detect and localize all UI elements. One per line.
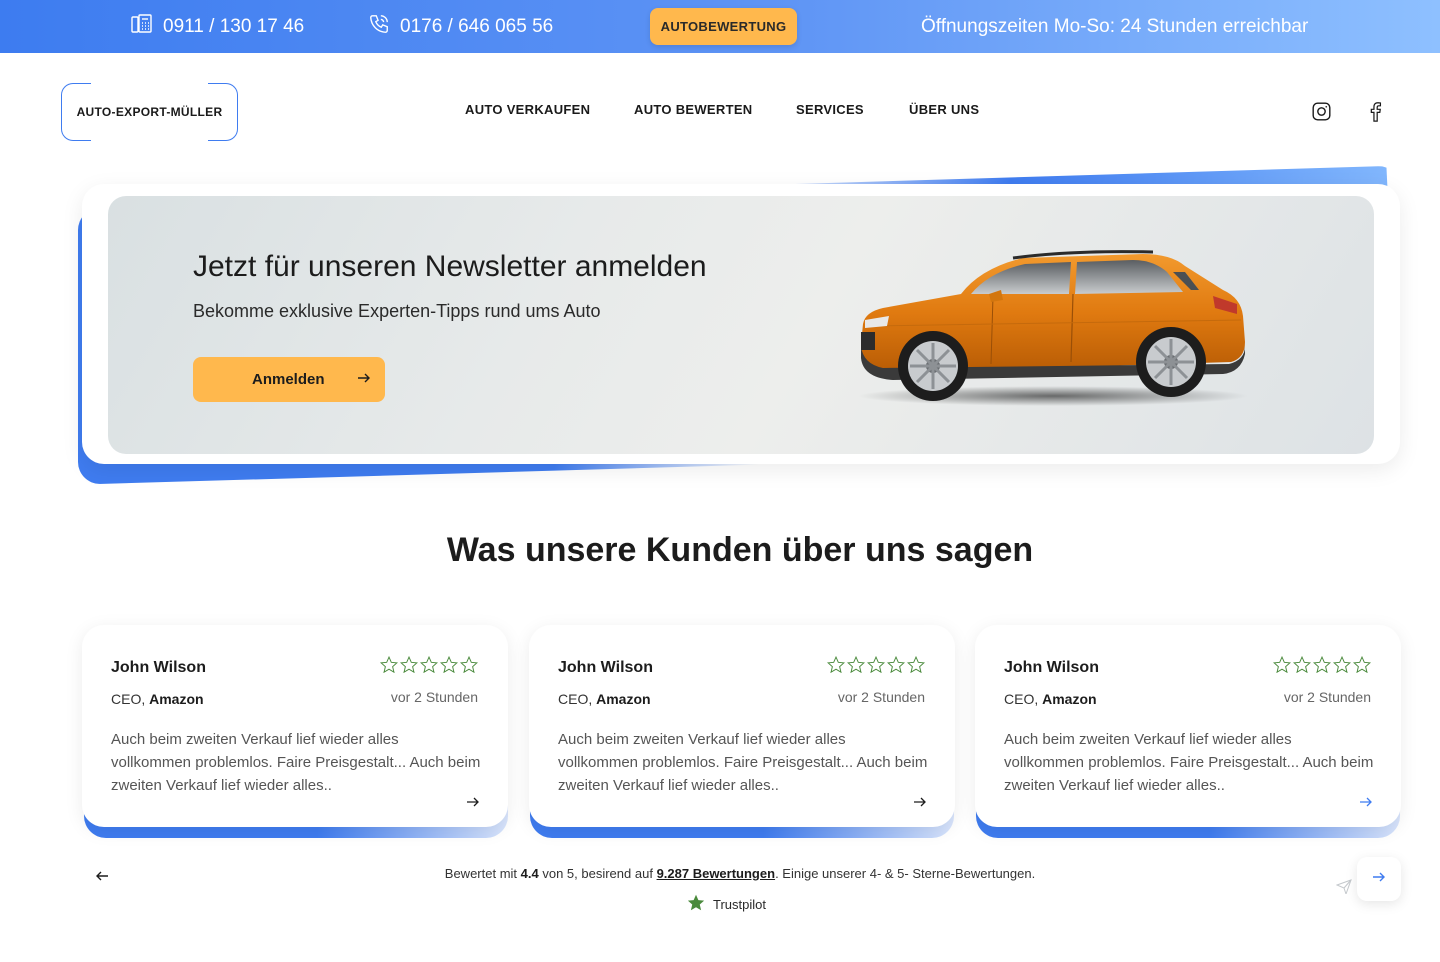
opening-hours: Öffnungszeiten Mo-So: 24 Stunden erreich…: [921, 15, 1309, 37]
anmelden-label: Anmelden: [252, 371, 325, 388]
phone-2-number: 0176 / 646 065 56: [400, 15, 554, 37]
star-icon: [1352, 655, 1372, 678]
carousel-next-button[interactable]: [1357, 857, 1401, 901]
star-icon: [1292, 655, 1312, 678]
review-card: John Wilson CEO, Amazon vor 2 Stunden Au…: [975, 625, 1401, 827]
star-icon: [906, 655, 926, 678]
instagram-icon[interactable]: [1310, 100, 1332, 122]
reviewer-role: CEO, Amazon: [1004, 691, 1097, 707]
reviewer-name: John Wilson: [1004, 659, 1099, 676]
arrow-right-icon: [357, 371, 371, 388]
arrow-right-icon[interactable]: [913, 795, 927, 809]
review-text: Auch beim zweiten Verkauf lief wieder al…: [1004, 731, 1374, 794]
trustpilot-badge[interactable]: Trustpilot: [687, 894, 766, 914]
review-time: vor 2 Stunden: [390, 689, 478, 705]
review-time: vor 2 Stunden: [1283, 689, 1371, 705]
review-card: John Wilson CEO, Amazon vor 2 Stunden Au…: [82, 625, 508, 827]
nav-ueber-uns[interactable]: ÜBER UNS: [909, 102, 979, 117]
nav-auto-bewerten[interactable]: AUTO BEWERTEN: [634, 102, 753, 117]
rating-value: 4.4: [520, 866, 539, 881]
star-icon: [1312, 655, 1332, 678]
send-icon: [1335, 878, 1352, 896]
arrow-right-icon[interactable]: [1359, 795, 1373, 809]
facebook-icon[interactable]: [1364, 100, 1386, 122]
reviewer-role: CEO, Amazon: [558, 691, 651, 707]
star-icon: [846, 655, 866, 678]
phone-2[interactable]: 0176 / 646 065 56: [368, 0, 553, 53]
star-rating: [1272, 655, 1372, 678]
star-icon: [826, 655, 846, 678]
trustpilot-label: Trustpilot: [713, 896, 766, 912]
newsletter-banner: Jetzt für unseren Newsletter anmelden Be…: [108, 196, 1374, 454]
star-icon: [1332, 655, 1352, 678]
trustpilot-star-icon: [687, 894, 705, 914]
newsletter-title: Jetzt für unseren Newsletter anmelden: [193, 250, 707, 283]
arrow-right-icon[interactable]: [466, 795, 480, 809]
reviewer-name: John Wilson: [111, 659, 206, 676]
star-icon: [399, 655, 419, 678]
star-icon: [419, 655, 439, 678]
top-bar: 0911 / 130 17 46 0176 / 646 065 56 AUTOB…: [0, 0, 1440, 53]
rating-count-link[interactable]: 9.287 Bewertungen: [657, 866, 776, 881]
phone-1[interactable]: 0911 / 130 17 46: [131, 0, 304, 53]
newsletter-subtitle: Bekomme exklusive Experten-Tipps rund um…: [193, 301, 601, 321]
rating-summary: Bewertet mit 4.4 von 5, besirend auf 9.2…: [444, 866, 1036, 881]
phone-icon: [368, 13, 390, 41]
nav-services[interactable]: SERVICES: [796, 102, 864, 117]
review-text: Auch beim zweiten Verkauf lief wieder al…: [558, 731, 928, 794]
main-nav: AUTO VERKAUFEN AUTO BEWERTEN SERVICES ÜB…: [0, 102, 1440, 122]
star-icon: [1272, 655, 1292, 678]
star-rating: [379, 655, 479, 678]
reviewer-role: CEO, Amazon: [111, 691, 204, 707]
review-text: Auch beim zweiten Verkauf lief wieder al…: [111, 731, 481, 794]
review-card: John Wilson CEO, Amazon vor 2 Stunden Au…: [529, 625, 955, 827]
orange-suv-image: [853, 246, 1253, 411]
reviewer-name: John Wilson: [558, 659, 653, 676]
star-icon: [459, 655, 479, 678]
star-rating: [826, 655, 926, 678]
review-time: vor 2 Stunden: [837, 689, 925, 705]
star-icon: [886, 655, 906, 678]
nav-auto-verkaufen[interactable]: AUTO VERKAUFEN: [465, 102, 590, 117]
star-icon: [439, 655, 459, 678]
autobewertung-button[interactable]: AUTOBEWERTUNG: [650, 8, 797, 45]
anmelden-button[interactable]: Anmelden: [193, 357, 385, 402]
star-icon: [379, 655, 399, 678]
star-icon: [866, 655, 886, 678]
reviews-title: Was unsere Kunden über uns sagen: [446, 531, 1034, 569]
arrow-right-icon: [1372, 870, 1386, 888]
fax-icon: [131, 13, 153, 40]
phone-1-number: 0911 / 130 17 46: [163, 15, 305, 37]
